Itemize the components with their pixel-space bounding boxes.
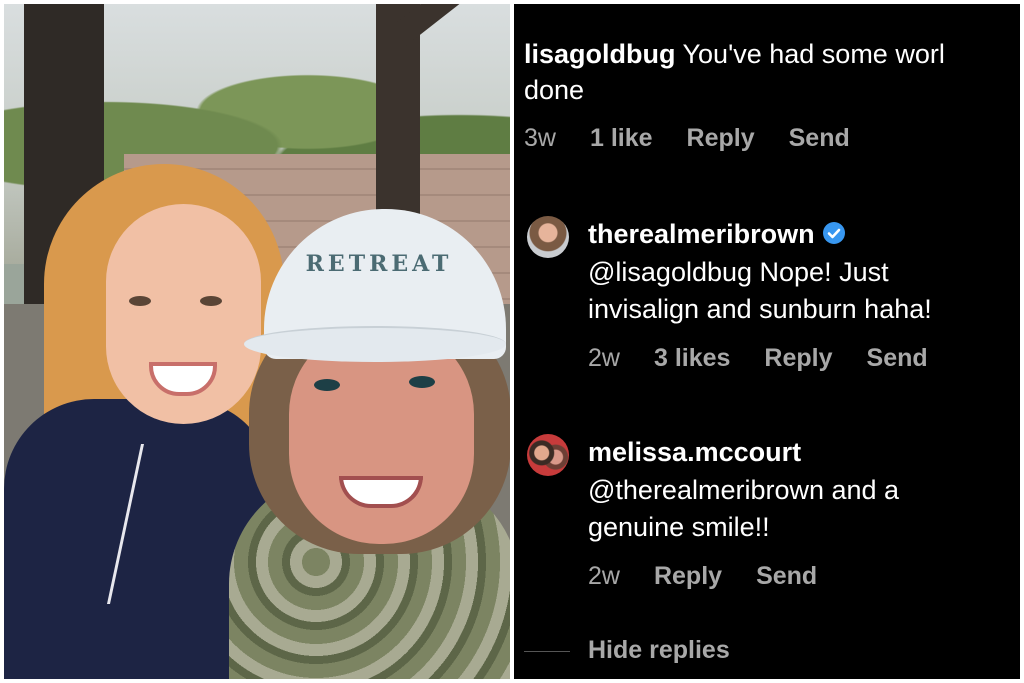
comments-panel: lisagoldbug You've had some worl done 3w… xyxy=(514,4,1020,679)
hide-replies-button[interactable]: Hide replies xyxy=(588,636,730,665)
comment-body: @therealmeribrown and a xyxy=(588,475,900,505)
comment-time: 2w xyxy=(588,344,620,372)
verified-badge-icon xyxy=(822,221,845,244)
two-women-avatar[interactable] xyxy=(527,434,569,476)
woman-avatar[interactable] xyxy=(527,216,569,258)
send-button[interactable]: Send xyxy=(756,562,817,591)
comment-username[interactable]: melissa.mccourt xyxy=(588,437,801,467)
cap-logo-text: RETREAT xyxy=(305,251,453,277)
likes-count-button[interactable]: 3 likes xyxy=(654,344,730,373)
person-left-eye xyxy=(129,296,151,306)
comment-time: 3w xyxy=(524,124,556,152)
send-button[interactable]: Send xyxy=(789,124,850,153)
comment-username[interactable]: therealmeribrown xyxy=(588,219,815,249)
comment-text-line: lisagoldbug You've had some worl xyxy=(524,36,945,72)
comment-username[interactable]: lisagoldbug xyxy=(524,39,676,69)
comment-time: 2w xyxy=(588,562,620,590)
likes-count-button[interactable]: 1 like xyxy=(590,124,653,153)
selfie-photo: RETREAT xyxy=(4,4,510,679)
reply-button[interactable]: Reply xyxy=(764,344,832,373)
comment-body: @lisagoldbug Nope! Just xyxy=(588,257,889,287)
person-right-eye xyxy=(314,379,340,391)
white-cap-brim xyxy=(244,326,506,362)
comment-body: genuine smile!! xyxy=(588,512,770,542)
comment-text-line: melissa.mccourt xyxy=(588,434,801,470)
comment-meta: 2w 3 likes Reply Send xyxy=(588,344,928,373)
comment-text-line: done xyxy=(524,75,585,105)
person-right-eye xyxy=(409,376,435,388)
reply-button[interactable]: Reply xyxy=(687,124,755,153)
reply-button[interactable]: Reply xyxy=(654,562,722,591)
send-button[interactable]: Send xyxy=(867,344,928,373)
comment-body: You've had some worl xyxy=(682,39,945,69)
comment-text-line: therealmeribrown xyxy=(588,216,845,252)
person-left-eye xyxy=(200,296,222,306)
comment-meta: 2w Reply Send xyxy=(588,562,817,591)
comment-body: invisalign and sunburn haha! xyxy=(588,294,932,324)
comment-meta: 3w 1 like Reply Send xyxy=(524,124,850,153)
replies-divider xyxy=(524,651,570,652)
